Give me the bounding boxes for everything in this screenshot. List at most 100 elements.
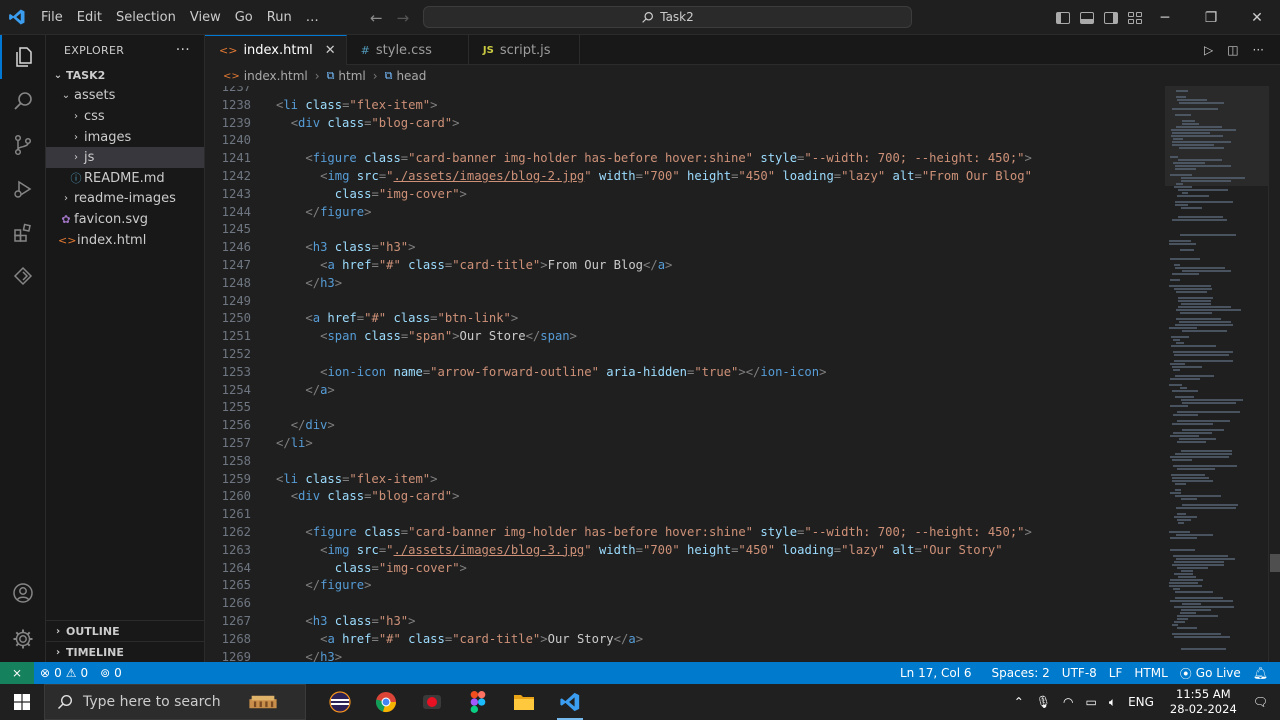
cursor-position[interactable]: Ln 17, Col 6: [894, 666, 978, 680]
wifi-icon[interactable]: ◠: [1057, 695, 1079, 709]
language-mode[interactable]: HTML: [1128, 666, 1173, 680]
language-indicator[interactable]: ENG: [1122, 695, 1160, 709]
close-window-icon[interactable]: ✕: [1234, 0, 1280, 35]
scrollbar-thumb[interactable]: [1270, 554, 1280, 572]
code-editor[interactable]: 1237 1238 <li class="flex-item"> 1239 <div c…: [205, 86, 1165, 662]
close-tab-icon[interactable]: ✕: [325, 43, 336, 58]
code-line[interactable]: 1250 <a href="#" class="btn-link">: [205, 310, 1165, 328]
settings-gear-icon[interactable]: [0, 617, 46, 661]
breadcrumb-head[interactable]: head: [396, 69, 426, 83]
clock[interactable]: 11:55 AM 28-02-2024: [1160, 687, 1247, 717]
minimize-icon[interactable]: ─: [1142, 0, 1188, 35]
code-line[interactable]: 1260 <div class="blog-card">: [205, 488, 1165, 506]
breadcrumb-file[interactable]: index.html: [244, 69, 308, 83]
remote-indicator-icon[interactable]: ⨯: [0, 662, 34, 684]
code-line[interactable]: 1258: [205, 453, 1165, 471]
tab-script-js[interactable]: JS script.js: [469, 35, 580, 65]
code-line[interactable]: 1238 <li class="flex-item">: [205, 97, 1165, 115]
tree-item-readme-images[interactable]: › readme-images: [46, 189, 204, 210]
code-line[interactable]: 1248 </h3>: [205, 275, 1165, 293]
code-line[interactable]: 1247 <a href="#" class="card-title">From …: [205, 257, 1165, 275]
taskbar-news-widget-icon[interactable]: [246, 684, 280, 720]
code-line[interactable]: 1261: [205, 506, 1165, 524]
code-line[interactable]: 1245: [205, 221, 1165, 239]
forward-arrow-icon[interactable]: →: [397, 9, 410, 27]
split-editor-icon[interactable]: ◫: [1227, 43, 1238, 57]
toggle-primary-sidebar-icon[interactable]: [1056, 11, 1070, 24]
code-line[interactable]: 1263 <img src="./assets/images/blog-3.jpg…: [205, 542, 1165, 560]
taskbar-recorder-icon[interactable]: [415, 684, 449, 720]
explorer-icon[interactable]: [0, 35, 46, 79]
menu-edit[interactable]: Edit: [70, 0, 109, 35]
code-line[interactable]: 1268 <a href="#" class="card-title">Our S…: [205, 631, 1165, 649]
code-line[interactable]: 1246 <h3 class="h3">: [205, 239, 1165, 257]
minimap[interactable]: [1165, 86, 1268, 662]
volume-icon[interactable]: 🔈︎: [1103, 695, 1122, 710]
taskbar-figma-icon[interactable]: [461, 684, 495, 720]
toggle-panel-icon[interactable]: [1080, 11, 1094, 24]
tree-item-favicon[interactable]: ✿ favicon.svg: [46, 209, 204, 230]
code-line[interactable]: 1253 <ion-icon name="arrow-forward-outlin…: [205, 364, 1165, 382]
code-line[interactable]: 1269 </h3>: [205, 649, 1165, 662]
show-hidden-icons-chevron-up-icon[interactable]: ⌃: [1008, 695, 1030, 709]
code-line[interactable]: 1254 </a>: [205, 382, 1165, 400]
remote-explorer-icon[interactable]: [0, 255, 46, 299]
code-line[interactable]: 1262 <figure class="card-banner img-holde…: [205, 524, 1165, 542]
taskbar-chrome-icon[interactable]: [369, 684, 403, 720]
customize-layout-icon[interactable]: [1128, 11, 1142, 24]
tree-item-readme[interactable]: ⓘ README.md: [46, 168, 204, 189]
tab-index-html[interactable]: <> index.html ✕: [205, 35, 347, 65]
code-line[interactable]: 1265 </figure>: [205, 577, 1165, 595]
code-line[interactable]: 1242 <img src="./assets/images/blog-2.jpg…: [205, 168, 1165, 186]
source-control-icon[interactable]: [0, 123, 46, 167]
editor-scrollbar[interactable]: [1268, 86, 1280, 662]
breadcrumb-html[interactable]: html: [338, 69, 365, 83]
extensions-icon[interactable]: [0, 211, 46, 255]
code-line[interactable]: 1239 <div class="blog-card">: [205, 115, 1165, 133]
menu-file[interactable]: File: [34, 0, 70, 35]
windows-start-icon[interactable]: [0, 684, 44, 720]
explorer-more-actions-icon[interactable]: ···: [176, 42, 190, 58]
menu-view[interactable]: View: [183, 0, 228, 35]
problems-indicator[interactable]: ⊗ 0 ⚠ 0: [34, 666, 94, 680]
code-line[interactable]: 1249: [205, 293, 1165, 311]
code-line[interactable]: 1252: [205, 346, 1165, 364]
taskbar-eclipse-icon[interactable]: [323, 684, 357, 720]
code-line[interactable]: 1256 </div>: [205, 417, 1165, 435]
menu-more[interactable]: …: [299, 0, 326, 35]
tree-item-css[interactable]: › css: [46, 106, 204, 127]
microphone-icon[interactable]: 🎙︎: [1030, 695, 1057, 709]
code-line[interactable]: 1240: [205, 132, 1165, 150]
encoding[interactable]: UTF-8: [1056, 666, 1103, 680]
run-file-icon[interactable]: ▷: [1204, 43, 1213, 57]
tab-style-css[interactable]: # style.css: [347, 35, 469, 65]
code-line[interactable]: 1264 class="img-cover">: [205, 560, 1165, 578]
toggle-secondary-sidebar-icon[interactable]: [1104, 11, 1118, 24]
restore-icon[interactable]: ❐: [1188, 0, 1234, 35]
menu-go[interactable]: Go: [228, 0, 260, 35]
code-line[interactable]: 1267 <h3 class="h3">: [205, 613, 1165, 631]
run-debug-icon[interactable]: [0, 167, 46, 211]
notifications-bell-icon[interactable]: 🔔︎: [1247, 666, 1280, 680]
code-line[interactable]: 1266: [205, 595, 1165, 613]
tree-item-index-html[interactable]: <> index.html: [46, 230, 204, 251]
accounts-icon[interactable]: [0, 571, 46, 615]
code-line[interactable]: 1255: [205, 399, 1165, 417]
taskbar-file-explorer-icon[interactable]: [507, 684, 541, 720]
timeline-section[interactable]: › TIMELINE: [46, 641, 205, 663]
back-arrow-icon[interactable]: ←: [370, 9, 383, 27]
ports-indicator[interactable]: ⊚ 0: [94, 666, 128, 680]
menu-selection[interactable]: Selection: [109, 0, 183, 35]
menu-run[interactable]: Run: [260, 0, 299, 35]
code-line[interactable]: 1251 <span class="span">Our Store</span>: [205, 328, 1165, 346]
search-icon[interactable]: [0, 79, 46, 123]
notification-center-icon[interactable]: 🗨︎: [1247, 695, 1280, 709]
tree-item-assets[interactable]: ⌄ assets: [46, 86, 204, 107]
code-line[interactable]: 1244 </figure>: [205, 204, 1165, 222]
taskbar-vscode-icon[interactable]: [553, 684, 587, 720]
more-actions-icon[interactable]: ···: [1253, 43, 1264, 57]
tree-item-js[interactable]: › js: [46, 147, 204, 168]
code-line[interactable]: 1241 <figure class="card-banner img-holde…: [205, 150, 1165, 168]
code-line[interactable]: 1243 class="img-cover">: [205, 186, 1165, 204]
workspace-root[interactable]: ⌄ TASK2: [46, 65, 204, 86]
